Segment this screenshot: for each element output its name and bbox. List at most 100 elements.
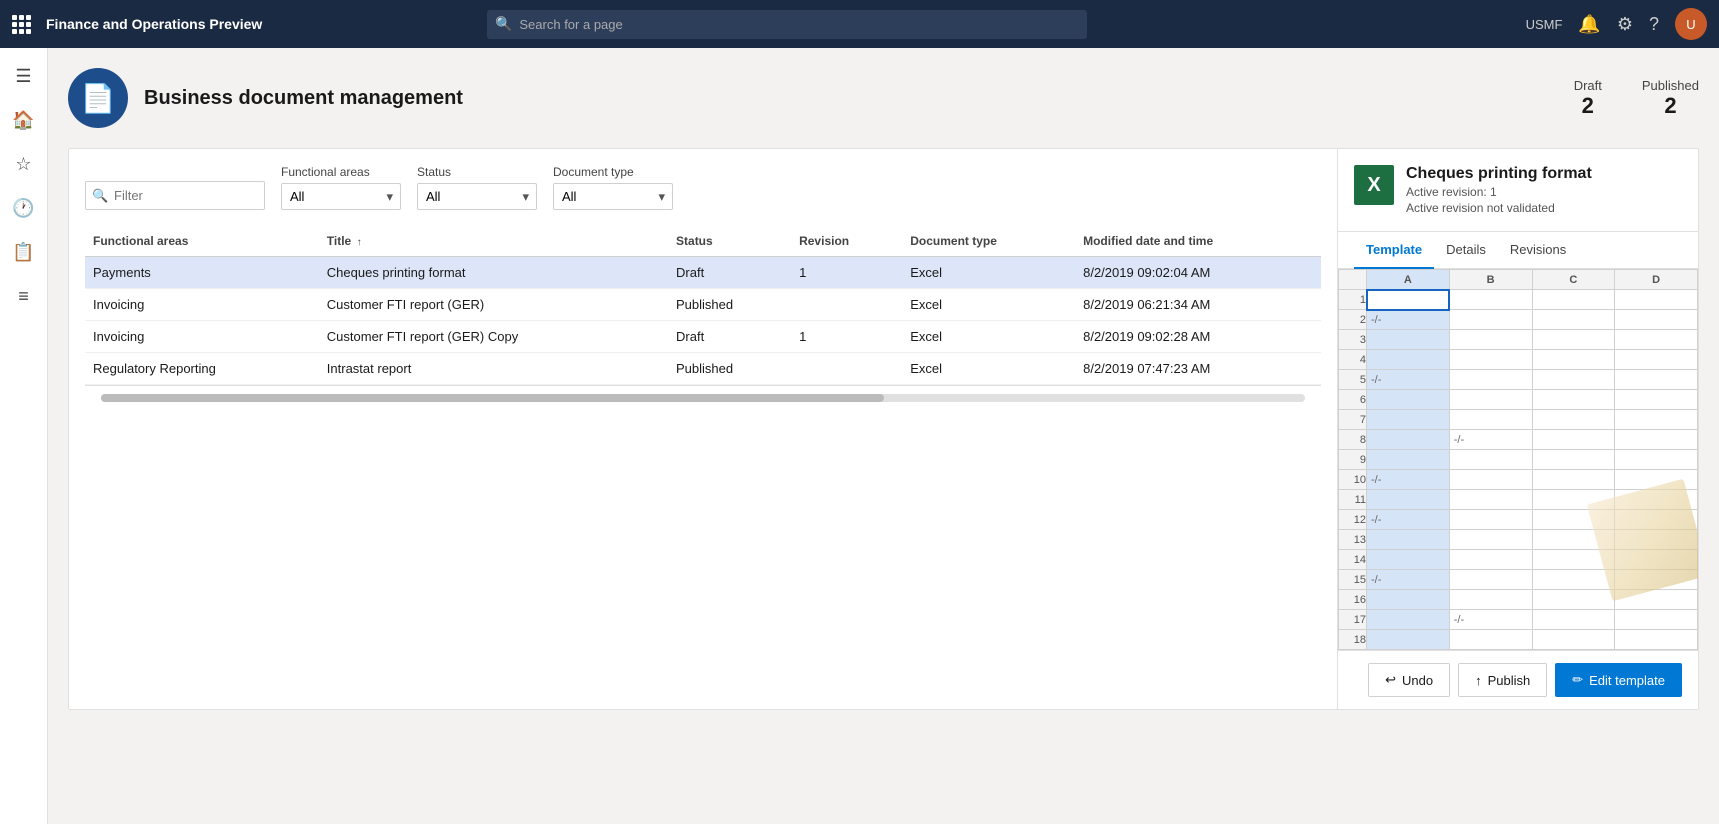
- functional-areas-select[interactable]: All: [281, 183, 401, 210]
- ss-cell[interactable]: [1449, 570, 1532, 590]
- avatar[interactable]: U: [1675, 8, 1707, 40]
- ss-cell[interactable]: [1532, 610, 1615, 630]
- ss-cell[interactable]: [1449, 550, 1532, 570]
- ss-cell[interactable]: [1449, 290, 1532, 310]
- tab-template[interactable]: Template: [1354, 232, 1434, 269]
- ss-cell[interactable]: [1615, 310, 1698, 330]
- filter-input[interactable]: [85, 181, 265, 210]
- col-modified[interactable]: Modified date and time: [1075, 226, 1321, 257]
- published-label: Published: [1642, 78, 1699, 93]
- ss-cell[interactable]: [1449, 490, 1532, 510]
- ss-cell[interactable]: [1532, 390, 1615, 410]
- ss-cell[interactable]: [1615, 430, 1698, 450]
- ss-cell[interactable]: [1532, 290, 1615, 310]
- sidebar-item-star[interactable]: ☆: [4, 144, 44, 184]
- ss-cell[interactable]: -/-: [1367, 370, 1450, 390]
- ss-row-num: 7: [1339, 410, 1367, 430]
- ss-cell[interactable]: [1532, 330, 1615, 350]
- sidebar-item-home[interactable]: 🏠: [4, 100, 44, 140]
- ss-cell[interactable]: [1532, 370, 1615, 390]
- sidebar-item-recent[interactable]: 🕐: [4, 188, 44, 228]
- col-revision[interactable]: Revision: [791, 226, 902, 257]
- ss-cell[interactable]: [1532, 590, 1615, 610]
- ss-cell[interactable]: [1615, 390, 1698, 410]
- ss-cell[interactable]: [1532, 470, 1615, 490]
- ss-row: 8-/-: [1339, 430, 1698, 450]
- ss-cell[interactable]: -/-: [1367, 310, 1450, 330]
- col-document-type[interactable]: Document type: [902, 226, 1075, 257]
- app-menu-icon[interactable]: [12, 15, 30, 34]
- ss-cell[interactable]: [1449, 390, 1532, 410]
- ss-cell[interactable]: [1367, 330, 1450, 350]
- ss-cell[interactable]: [1367, 530, 1450, 550]
- ss-cell[interactable]: [1449, 330, 1532, 350]
- ss-cell[interactable]: [1615, 450, 1698, 470]
- ss-cell[interactable]: [1367, 430, 1450, 450]
- ss-cell[interactable]: -/-: [1367, 570, 1450, 590]
- ss-cell[interactable]: [1449, 510, 1532, 530]
- ss-cell[interactable]: [1367, 350, 1450, 370]
- ss-cell[interactable]: -/-: [1367, 510, 1450, 530]
- sidebar-item-menu[interactable]: ☰: [4, 56, 44, 96]
- ss-cell[interactable]: [1532, 410, 1615, 430]
- col-status[interactable]: Status: [668, 226, 791, 257]
- ss-cell[interactable]: [1449, 370, 1532, 390]
- sidebar-item-list[interactable]: ≡: [4, 276, 44, 316]
- tab-revisions[interactable]: Revisions: [1498, 232, 1578, 269]
- help-icon[interactable]: ?: [1649, 14, 1659, 35]
- ss-cell[interactable]: [1615, 290, 1698, 310]
- col-title[interactable]: Title ↑: [319, 226, 668, 257]
- ss-cell[interactable]: [1615, 350, 1698, 370]
- table-row[interactable]: Invoicing Customer FTI report (GER) Copy…: [85, 321, 1321, 353]
- tab-details[interactable]: Details: [1434, 232, 1498, 269]
- undo-button[interactable]: ↩ Undo: [1368, 663, 1450, 697]
- ss-cell-value: [1533, 572, 1541, 588]
- ss-cell[interactable]: [1449, 310, 1532, 330]
- ss-cell[interactable]: [1532, 570, 1615, 590]
- edit-template-button[interactable]: ✏ Edit template: [1555, 663, 1682, 697]
- ss-cell[interactable]: [1532, 450, 1615, 470]
- scroll-bar-thumb[interactable]: [101, 394, 884, 402]
- ss-cell[interactable]: [1449, 350, 1532, 370]
- ss-cell[interactable]: [1532, 630, 1615, 650]
- ss-cell[interactable]: [1615, 610, 1698, 630]
- ss-cell[interactable]: -/-: [1449, 610, 1532, 630]
- table-row[interactable]: Payments Cheques printing format Draft 1…: [85, 257, 1321, 289]
- ss-cell[interactable]: [1449, 530, 1532, 550]
- table-row[interactable]: Regulatory Reporting Intrastat report Pu…: [85, 353, 1321, 385]
- ss-cell[interactable]: [1449, 630, 1532, 650]
- ss-cell[interactable]: -/-: [1367, 470, 1450, 490]
- ss-cell[interactable]: [1367, 630, 1450, 650]
- cell-revision: [791, 289, 902, 321]
- ss-cell[interactable]: [1532, 430, 1615, 450]
- col-functional-areas[interactable]: Functional areas: [85, 226, 319, 257]
- ss-cell[interactable]: [1367, 450, 1450, 470]
- ss-cell[interactable]: [1449, 470, 1532, 490]
- ss-cell[interactable]: [1367, 490, 1450, 510]
- ss-cell[interactable]: [1615, 330, 1698, 350]
- search-input[interactable]: [487, 10, 1087, 39]
- ss-cell[interactable]: [1449, 410, 1532, 430]
- document-type-select[interactable]: All: [553, 183, 673, 210]
- publish-button[interactable]: ↑ Publish: [1458, 663, 1547, 697]
- ss-cell[interactable]: [1367, 290, 1450, 310]
- ss-cell[interactable]: [1615, 630, 1698, 650]
- notification-icon[interactable]: 🔔: [1578, 14, 1600, 35]
- sidebar-item-workspace[interactable]: 📋: [4, 232, 44, 272]
- scroll-bar-track[interactable]: [101, 394, 1305, 402]
- ss-cell[interactable]: [1367, 550, 1450, 570]
- settings-icon[interactable]: ⚙: [1617, 14, 1633, 35]
- ss-cell[interactable]: [1615, 370, 1698, 390]
- ss-cell[interactable]: [1449, 450, 1532, 470]
- ss-cell[interactable]: [1367, 410, 1450, 430]
- ss-cell[interactable]: [1367, 390, 1450, 410]
- ss-cell[interactable]: [1449, 590, 1532, 610]
- status-select[interactable]: All: [417, 183, 537, 210]
- table-row[interactable]: Invoicing Customer FTI report (GER) Publ…: [85, 289, 1321, 321]
- ss-cell[interactable]: [1367, 610, 1450, 630]
- ss-cell[interactable]: [1615, 410, 1698, 430]
- ss-cell[interactable]: [1532, 310, 1615, 330]
- ss-cell[interactable]: [1367, 590, 1450, 610]
- ss-cell[interactable]: -/-: [1449, 430, 1532, 450]
- ss-cell[interactable]: [1532, 350, 1615, 370]
